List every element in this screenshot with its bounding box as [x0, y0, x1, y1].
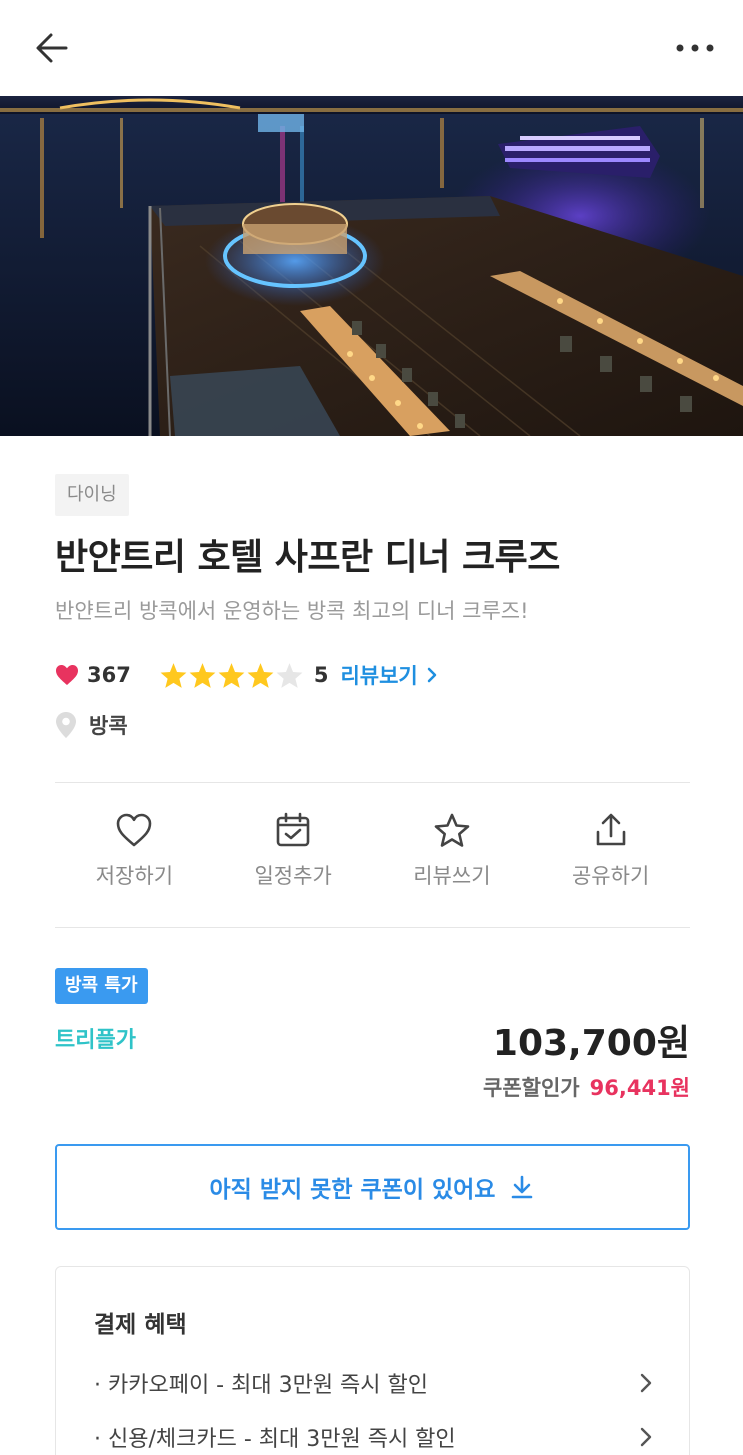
- share-label: 공유하기: [571, 864, 650, 888]
- more-horizontal-icon: [676, 44, 714, 52]
- get-coupon-label: 아직 받지 못한 쿠폰이 있어요: [209, 1177, 496, 1203]
- download-icon: [512, 1175, 533, 1199]
- write-review-label: 리뷰쓰기: [413, 864, 491, 888]
- review-link-label: 리뷰보기: [340, 664, 418, 688]
- add-schedule-button[interactable]: 일정추가: [214, 812, 373, 902]
- benefit-label: · 신용/체크카드 - 최대 3만원 즉시 할인: [94, 1427, 456, 1452]
- coupon-price-label: 쿠폰할인가: [483, 1076, 580, 1100]
- price: 103,700원: [492, 1023, 690, 1064]
- coupon-price: 96,441원: [589, 1076, 690, 1100]
- benefits-title: 결제 혜택: [94, 1312, 187, 1338]
- rating-row: 367 5 리뷰보기: [55, 658, 440, 692]
- calendar-check-icon: [276, 812, 310, 847]
- divider: [55, 927, 690, 928]
- promo-badge: 방콕 특가: [55, 968, 148, 1004]
- heart-outline-icon: [117, 813, 152, 847]
- chevron-right-icon: [640, 1427, 652, 1447]
- share-icon: [596, 813, 625, 846]
- star-empty-icon: [276, 662, 303, 688]
- chevron-right-icon: [427, 667, 436, 683]
- get-coupon-button[interactable]: 아직 받지 못한 쿠폰이 있어요: [55, 1144, 690, 1230]
- more-options-button[interactable]: [673, 26, 717, 70]
- review-link[interactable]: 리뷰보기: [340, 660, 439, 690]
- top-bar: [0, 0, 743, 96]
- location-label: 방콕: [89, 714, 128, 738]
- hero-image: [0, 96, 743, 436]
- chevron-right-icon: [640, 1373, 652, 1393]
- benefit-label: · 카카오페이 - 최대 3만원 즉시 할인: [94, 1373, 429, 1398]
- payment-benefits: 결제 혜택 · 카카오페이 - 최대 3만원 즉시 할인 · 신용/체크카드 -…: [55, 1266, 690, 1455]
- divider: [55, 782, 690, 783]
- location-pin-icon: [56, 712, 76, 738]
- product-subtitle: 반얀트리 방콕에서 운영하는 방콕 최고의 디너 크루즈!: [55, 599, 529, 623]
- write-review-button[interactable]: 리뷰쓰기: [373, 812, 532, 902]
- product-title: 반얀트리 호텔 사프란 디너 크루즈: [55, 537, 560, 578]
- star-filled-icon: [247, 662, 274, 688]
- arrow-left-icon: [36, 33, 68, 63]
- star-filled-icon: [189, 662, 216, 688]
- star-outline-icon: [434, 813, 470, 847]
- category-badge: 다이닝: [55, 474, 129, 516]
- location-row: 방콕: [55, 708, 128, 742]
- save-label: 저장하기: [95, 864, 174, 888]
- back-button[interactable]: [30, 26, 74, 70]
- star-filled-icon: [218, 662, 245, 688]
- rating-score: 5: [313, 663, 329, 687]
- price-label: 트리플가: [55, 1028, 136, 1053]
- like-count: 367: [87, 663, 131, 687]
- add-schedule-label: 일정추가: [254, 864, 332, 888]
- coupon-price-row: 쿠폰할인가 96,441원: [483, 1072, 690, 1102]
- benefit-item-card[interactable]: · 신용/체크카드 - 최대 3만원 즉시 할인: [94, 1419, 654, 1455]
- benefit-item-kakaopay[interactable]: · 카카오페이 - 최대 3만원 즉시 할인: [94, 1365, 654, 1401]
- save-button[interactable]: 저장하기: [55, 812, 214, 902]
- heart-filled-icon: [56, 665, 78, 685]
- rating-stars: [159, 662, 304, 689]
- action-bar: 저장하기 일정추가 리뷰쓰기 공유하기: [55, 812, 690, 902]
- share-button[interactable]: 공유하기: [531, 812, 690, 902]
- star-filled-icon: [160, 662, 187, 688]
